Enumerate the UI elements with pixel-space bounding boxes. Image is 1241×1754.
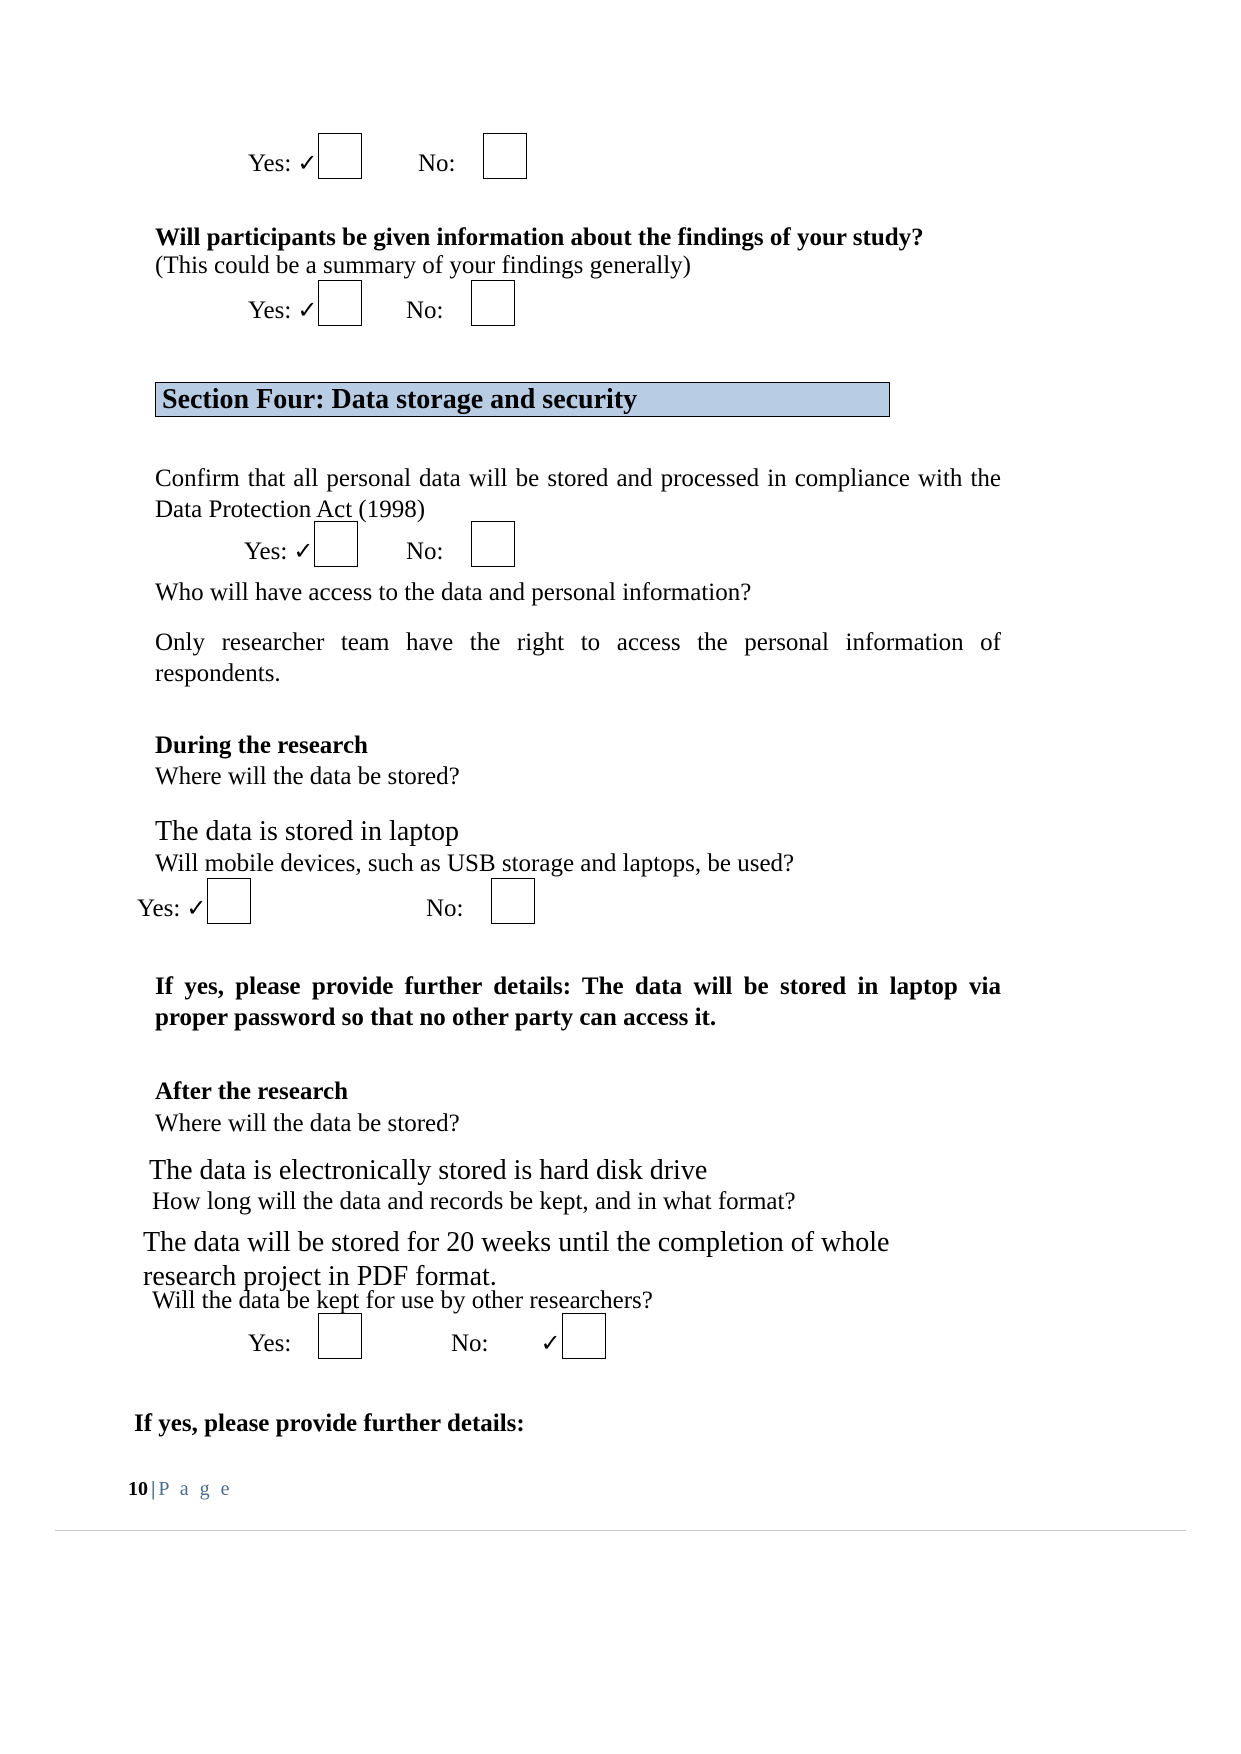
data-duration-question: How long will the data and records be ke… <box>152 1188 796 1215</box>
no-checkbox[interactable] <box>490 878 535 924</box>
option-yes[interactable]: Yes: ✓ <box>248 128 363 180</box>
yes-checkbox[interactable] <box>318 133 363 179</box>
section-four-banner: Section Four: Data storage and security <box>155 382 890 417</box>
no-label: No: <box>406 297 444 324</box>
yes-checkbox[interactable] <box>318 280 363 326</box>
no-checkbox[interactable] <box>470 280 515 326</box>
no-label: No: <box>426 895 464 922</box>
option-yes[interactable]: Yes: ✓ <box>248 275 363 327</box>
checkmark-icon: ✓ <box>186 896 207 922</box>
option-no[interactable]: No: ✓ <box>418 128 527 180</box>
access-answer: Only researcher team have the right to a… <box>155 629 1001 687</box>
yes-label: Yes: <box>244 538 288 565</box>
footer-separator: | <box>151 1478 156 1500</box>
after-where-answer: The data is electronically stored is har… <box>149 1155 708 1186</box>
after-where-question: Where will the data be stored? <box>155 1110 460 1137</box>
yes-label: Yes: <box>248 150 292 177</box>
no-checkbox[interactable] <box>561 1313 606 1359</box>
footer-divider <box>55 1530 1186 1531</box>
no-checkbox[interactable] <box>482 133 527 179</box>
checkmark-icon: ✓ <box>540 1331 561 1357</box>
checkmark-icon: ✓ <box>297 298 318 324</box>
no-checkbox[interactable] <box>470 521 515 567</box>
mobile-devices-details: If yes, please provide further details: … <box>155 973 1001 1031</box>
option-no[interactable]: No: ✓ <box>451 1308 606 1360</box>
footer-page-word: P a g e <box>158 1478 233 1500</box>
checkmark-icon: ✓ <box>293 539 314 565</box>
findings-question: Will participants be given information a… <box>155 224 924 251</box>
data-duration-answer: The data will be stored for 20 weeks unt… <box>143 1227 890 1292</box>
yes-label: Yes: <box>137 895 181 922</box>
yes-checkbox[interactable] <box>314 521 359 567</box>
section-four-title: Section Four: Data storage and security <box>162 384 638 415</box>
page-footer: 10 | P a g e <box>128 1477 233 1501</box>
during-where-question: Where will the data be stored? <box>155 763 460 790</box>
document-page: Yes: ✓ No: ✓ Will participants be given … <box>0 0 1241 1754</box>
during-research-heading: During the research <box>155 732 368 759</box>
option-no[interactable]: No: ✓ <box>426 873 535 925</box>
reuse-details-prompt: If yes, please provide further details: <box>134 1410 525 1437</box>
no-label: No: <box>418 150 456 177</box>
option-yes[interactable]: Yes: ✓ <box>244 516 359 568</box>
access-question: Who will have access to the data and per… <box>155 579 752 606</box>
yes-label: Yes: <box>248 297 292 324</box>
page-content: Yes: ✓ No: ✓ Will participants be given … <box>0 0 1241 1754</box>
footer-page-number: 10 <box>128 1478 148 1500</box>
checkmark-icon: ✓ <box>297 151 318 177</box>
yes-label: Yes: <box>248 1330 292 1357</box>
after-research-heading: After the research <box>155 1078 348 1105</box>
yes-checkbox[interactable] <box>207 878 252 924</box>
no-label: No: <box>451 1330 489 1357</box>
no-label: No: <box>406 538 444 565</box>
during-where-answer: The data is stored in laptop <box>155 816 460 847</box>
option-no[interactable]: No: ✓ <box>406 516 515 568</box>
option-yes[interactable]: Yes: ✓ <box>137 873 252 925</box>
option-yes[interactable]: Yes: ✓ <box>248 1308 363 1360</box>
option-no[interactable]: No: ✓ <box>406 275 515 327</box>
mobile-devices-question: Will mobile devices, such as USB storage… <box>155 850 795 877</box>
yes-checkbox[interactable] <box>318 1313 363 1359</box>
